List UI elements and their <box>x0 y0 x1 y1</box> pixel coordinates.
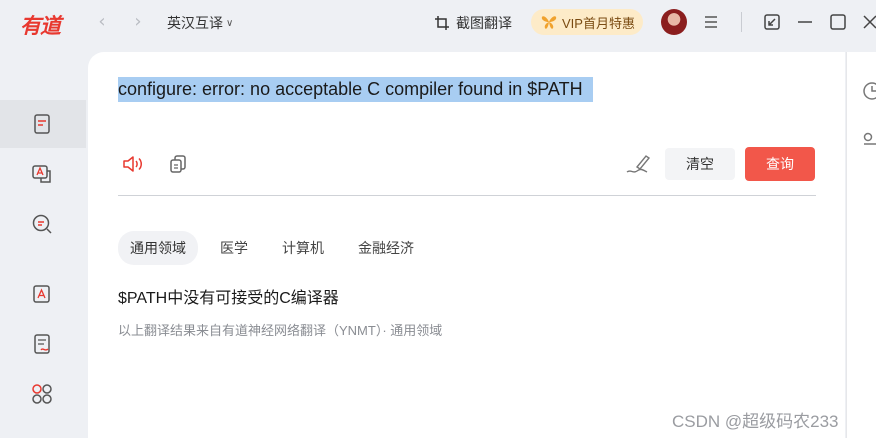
history-icon[interactable] <box>862 81 876 101</box>
maximize-icon[interactable] <box>828 12 848 32</box>
apps-grid-icon <box>32 384 52 404</box>
translation-result: $PATH中没有可接受的C编译器 <box>118 290 339 307</box>
clear-button[interactable]: 清空 <box>665 148 735 180</box>
vip-promo-button[interactable]: VIP首月特惠 <box>531 9 643 35</box>
screenshot-translate-button[interactable]: 截图翻译 <box>434 13 512 33</box>
translation-source-note: 以上翻译结果来自有道神经网络翻译（YNMT）· 通用领域 <box>118 323 443 338</box>
translate-bubble-icon <box>32 165 51 183</box>
watermark: CSDN @超级码农233 <box>672 412 839 431</box>
tab-general[interactable]: 通用领域 <box>118 231 198 265</box>
tab-medicine[interactable]: 医学 <box>208 231 260 265</box>
screenshot-translate-label: 截图翻译 <box>456 15 512 31</box>
translation-panel: configure: error: no acceptable C compil… <box>88 52 845 438</box>
sidebar-item-ai-translate[interactable] <box>0 150 88 198</box>
vip-promo-label: VIP首月特惠 <box>562 15 635 31</box>
sidebar-item-text-translate[interactable] <box>0 100 86 148</box>
back-arrow-icon[interactable]: ‹ <box>93 12 111 32</box>
forward-arrow-icon[interactable]: › <box>129 12 147 32</box>
sidebar-item-document-translate[interactable] <box>0 270 88 318</box>
search-dictionary-icon <box>32 214 52 234</box>
sidebar-item-dictionary[interactable] <box>0 200 88 248</box>
language-pair-label: 英汉互译 <box>167 15 223 31</box>
menu-icon[interactable] <box>703 12 719 32</box>
domain-tabs: 通用领域 医学 计算机 金融经济 <box>118 231 426 265</box>
source-text-input[interactable]: configure: error: no acceptable C compil… <box>118 77 593 102</box>
butterfly-icon <box>541 16 557 29</box>
source-tools <box>122 154 188 174</box>
title-bar: 有道 ‹ › 英汉互译 ∨ 截图翻译 VIP首月特惠 <box>0 0 876 46</box>
copy-icon[interactable] <box>168 154 188 174</box>
speaker-icon[interactable] <box>122 154 146 174</box>
minimize-icon[interactable] <box>795 12 815 32</box>
tab-finance[interactable]: 金融经济 <box>346 231 426 265</box>
right-rail <box>846 52 876 438</box>
crop-icon <box>435 16 449 30</box>
mini-mode-icon[interactable] <box>762 12 782 32</box>
sidebar-item-writing[interactable] <box>0 320 88 368</box>
language-pair-dropdown[interactable]: 英汉互译 ∨ <box>167 13 233 33</box>
input-divider <box>118 195 816 196</box>
document-icon <box>34 114 50 134</box>
document-translate-icon <box>33 285 50 303</box>
source-text-selection: configure: error: no acceptable C compil… <box>118 77 593 102</box>
edit-document-icon <box>34 334 50 354</box>
sidebar-item-apps[interactable] <box>0 370 88 418</box>
handwriting-icon[interactable] <box>625 152 651 176</box>
chevron-down-icon: ∨ <box>226 17 234 29</box>
left-sidebar <box>0 46 88 438</box>
query-button[interactable]: 查询 <box>745 147 815 181</box>
tab-computer[interactable]: 计算机 <box>270 231 336 265</box>
settings-toggle-icon[interactable] <box>862 130 876 150</box>
app-logo: 有道 <box>20 14 61 38</box>
titlebar-divider <box>741 12 742 32</box>
close-icon[interactable] <box>860 12 876 32</box>
user-avatar[interactable] <box>661 9 687 35</box>
